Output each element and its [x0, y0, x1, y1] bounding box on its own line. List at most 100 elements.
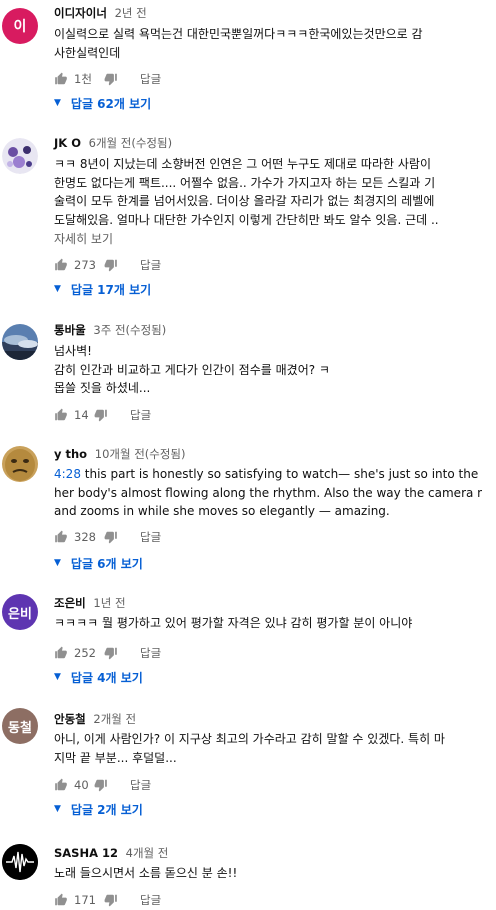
comment-text: 아니, 이게 사람인가? 이 지구상 최고의 가수라고 감히 말할 수 있겠다.… — [54, 730, 482, 767]
comment-line: 4:28 this part is honestly so satisfying… — [54, 465, 482, 484]
avatar[interactable]: 은비 — [2, 594, 38, 630]
comment-text: 4:28 this part is honestly so satisfying… — [54, 465, 482, 521]
comment-header: 이디자이너 2년 전 — [54, 5, 147, 21]
comment-line: 몹쓸 짓을 하셨네... — [54, 381, 151, 395]
avatar-initial: 이 — [13, 19, 27, 35]
comment-time[interactable]: 4개월 전 — [126, 846, 169, 860]
comment-actions: 40 답글 — [54, 776, 151, 794]
avatar[interactable] — [2, 446, 38, 482]
comment-line: 술력이 모두 한계를 넘어서있음. 더이상 올라갈 자리가 없는 최경지의 레벨… — [54, 194, 435, 208]
comment-actions: 14 답글 — [54, 406, 151, 424]
view-replies-label: 답글 6개 보기 — [70, 556, 143, 571]
author-name[interactable]: 안동철 — [54, 712, 86, 726]
author-name[interactable]: y tho — [54, 447, 87, 461]
caret-down-icon: ▼ — [54, 284, 61, 294]
reply-button[interactable]: 답글 — [140, 645, 161, 661]
comment-line: ㅋㅋ 8년이 지났는데 소향버전 인연은 그 어떤 누구도 제대로 따라한 사람… — [54, 157, 431, 171]
thumbs-up-icon[interactable] — [54, 893, 68, 907]
comment-line: 한명도 없다는게 팩트.... 어쩔수 없음.. 가수가 가지고자 하는 모든 … — [54, 175, 436, 190]
like-count: 14 — [74, 408, 89, 422]
comment-actions: 252 답글 — [54, 644, 161, 662]
view-replies-button[interactable]: ▼ 답글 2개 보기 — [54, 800, 143, 818]
avatar-initial: 동철 — [8, 720, 32, 736]
thumbs-down-icon[interactable] — [94, 408, 108, 422]
thumbs-down-icon[interactable] — [104, 258, 118, 272]
like-count: 1천 — [74, 72, 92, 86]
caret-down-icon: ▼ — [54, 804, 61, 814]
view-replies-label: 답글 2개 보기 — [70, 802, 143, 817]
comment-time[interactable]: 2년 전 — [115, 6, 147, 20]
comment-text: 이실력으로 실력 욕먹는건 대한민국뿐일꺼다ㅋㅋㅋ한국에있는것만으로 감 사한실… — [54, 25, 482, 62]
thumbs-up-icon[interactable] — [54, 408, 68, 422]
comment-actions: 171 답글 — [54, 891, 161, 909]
comment-line: 넘사벽! — [54, 344, 92, 358]
avatar[interactable]: 동철 — [2, 708, 38, 744]
comment-line: ㅋㅋㅋㅋ 뭘 평가하고 있어 평가할 자격은 있냐 감히 평가할 분이 아니야 — [54, 616, 413, 630]
comment-line: 사한실력인데 — [54, 45, 121, 60]
author-name[interactable]: 조은비 — [54, 596, 86, 610]
comment-actions: 273 답글 — [54, 256, 161, 274]
reply-button[interactable]: 답글 — [140, 257, 161, 273]
comment-line-text: this part is honestly so satisfying to w… — [80, 467, 482, 481]
comment-header: SASHA 12 4개월 전 — [54, 845, 168, 861]
avatar[interactable]: 이 — [2, 8, 38, 44]
thumbs-down-icon[interactable] — [104, 646, 118, 660]
comment-line: 아니, 이게 사람인가? 이 지구상 최고의 가수라고 감히 말할 수 있겠다.… — [54, 732, 445, 746]
comment-time[interactable]: 1년 전 — [93, 596, 125, 610]
avatar-image — [2, 324, 38, 360]
view-replies-button[interactable]: ▼ 답글 4개 보기 — [54, 668, 143, 686]
comment-line: 이실력으로 실력 욕먹는건 대한민국뿐일꺼다ㅋㅋㅋ한국에있는것만으로 감 — [54, 27, 423, 41]
reply-button[interactable]: 답글 — [130, 407, 151, 423]
comment-header: JK O 6개월 전(수정됨) — [54, 135, 172, 151]
view-replies-button[interactable]: ▼ 답글 17개 보기 — [54, 280, 151, 298]
thumbs-down-icon[interactable] — [104, 893, 118, 907]
caret-down-icon: ▼ — [54, 558, 61, 568]
avatar[interactable] — [2, 844, 38, 880]
comment-header: 안동철 2개월 전 — [54, 711, 136, 727]
author-name[interactable]: 이디자이너 — [54, 6, 107, 20]
thumbs-up-icon[interactable] — [54, 646, 68, 660]
avatar-image — [2, 138, 38, 174]
comment-time[interactable]: 3주 전(수정됨) — [93, 323, 166, 337]
comment-line: and zooms in while she moves so elegantl… — [54, 504, 390, 518]
comment-time[interactable]: 2개월 전 — [93, 712, 136, 726]
comment-text: ㅋㅋ 8년이 지났는데 소향버전 인연은 그 어떤 누구도 제대로 따라한 사람… — [54, 155, 482, 229]
author-name[interactable]: 통바울 — [54, 323, 86, 337]
thumbs-up-icon[interactable] — [54, 778, 68, 792]
avatar-initial: 은비 — [8, 606, 32, 622]
like-count: 273 — [74, 258, 96, 272]
author-name[interactable]: SASHA 12 — [54, 846, 118, 860]
comment-header: 통바울 3주 전(수정됨) — [54, 322, 166, 338]
comment-time[interactable]: 6개월 전(수정됨) — [89, 136, 172, 150]
reply-button[interactable]: 답글 — [140, 71, 161, 87]
comment-text: ㅋㅋㅋㅋ 뭘 평가하고 있어 평가할 자격은 있냐 감히 평가할 분이 아니야 — [54, 614, 482, 633]
comment-line: 노래 들으시면서 소름 돋으신 분 손!! — [54, 866, 238, 880]
comment-text: 노래 들으시면서 소름 돋으신 분 손!! — [54, 864, 482, 883]
thumbs-up-icon[interactable] — [54, 72, 68, 86]
thumbs-up-icon[interactable] — [54, 258, 68, 272]
caret-down-icon: ▼ — [54, 672, 61, 682]
avatar[interactable] — [2, 324, 38, 360]
author-name[interactable]: JK O — [54, 136, 81, 150]
view-replies-button[interactable]: ▼ 답글 62개 보기 — [54, 94, 151, 112]
reply-button[interactable]: 답글 — [140, 529, 161, 545]
read-more-button[interactable]: 자세히 보기 — [54, 230, 113, 247]
avatar[interactable] — [2, 138, 38, 174]
comment-header: y tho 10개월 전(수정됨) — [54, 446, 186, 462]
view-replies-button[interactable]: ▼ 답글 6개 보기 — [54, 554, 143, 572]
thumbs-up-icon[interactable] — [54, 530, 68, 544]
thumbs-down-icon[interactable] — [104, 530, 118, 544]
like-count: 171 — [74, 893, 96, 907]
reply-button[interactable]: 답글 — [140, 892, 161, 908]
like-count: 40 — [74, 778, 89, 792]
comment-line: her body's almost flowing along the rhyt… — [54, 485, 482, 500]
timestamp-link[interactable]: 4:28 — [54, 467, 81, 481]
avatar-image — [2, 844, 38, 880]
comment-time[interactable]: 10개월 전(수정됨) — [95, 447, 186, 461]
thumbs-down-icon[interactable] — [94, 778, 108, 792]
view-replies-label: 답글 17개 보기 — [70, 282, 152, 297]
caret-down-icon: ▼ — [54, 98, 61, 108]
thumbs-down-icon[interactable] — [104, 72, 118, 86]
reply-button[interactable]: 답글 — [130, 777, 151, 793]
comment-line: 감히 인간과 비교하고 게다가 인간이 점수를 매겼어? ㅋ — [54, 362, 330, 377]
